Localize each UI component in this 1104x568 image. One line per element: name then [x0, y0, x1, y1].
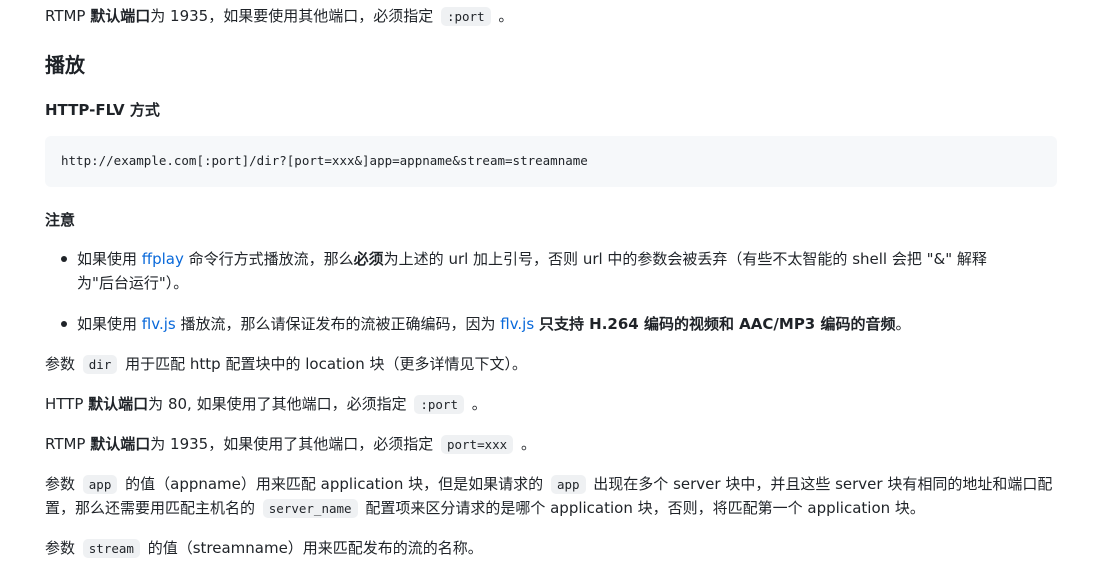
text: 参数 [45, 539, 80, 557]
section-heading-play: 播放 [45, 53, 85, 77]
rtmp-port-paragraph: RTMP 默认端口为 1935，如果使用了其他端口，必须指定 port=xxx … [45, 432, 536, 457]
bold-text: 默认端口 [90, 435, 151, 453]
bold-text: 只支持 H.264 编码的视频和 AAC/MP3 编码的音频 [538, 315, 896, 333]
document-page: RTMP 默认端口为 1935，如果要使用其他端口，必须指定 :port 。 播… [0, 0, 1104, 568]
inline-code: app [82, 475, 118, 494]
text: 如果使用 [77, 250, 142, 268]
bold-text: 默认端口 [88, 395, 149, 413]
text: 参数 [45, 475, 80, 493]
text: RTMP [45, 7, 91, 25]
notes-heading: 注意 [45, 211, 76, 229]
text: 为 1935，如果使用了其他端口，必须指定 [150, 435, 438, 453]
code-block: http://example.com[:port]/dir?[port=xxx&… [45, 136, 1057, 187]
text: 为 80, 如果使用了其他端口，必须指定 [148, 395, 412, 413]
text: 播放流，那么请保证发布的流被正确编码，因为 [175, 315, 501, 333]
inline-code: :port [440, 7, 491, 26]
text: 用于匹配 http 配置块中的 location 块（更多详情见下文）。 [120, 355, 528, 373]
bullet-icon [61, 321, 67, 327]
param-app-paragraph-continued: 置，那么还需要用匹配主机名的 server_name 配置项来区分请求的是哪个 … [45, 496, 925, 521]
rtmp-publish-port-note: RTMP 默认端口为 1935，如果要使用其他端口，必须指定 :port 。 [45, 4, 513, 29]
text: 。 [516, 435, 536, 453]
text: 。 [493, 7, 514, 25]
text: 。 [895, 315, 911, 333]
http-port-paragraph: HTTP 默认端口为 80, 如果使用了其他端口，必须指定 :port 。 [45, 392, 487, 417]
flvjs-link[interactable]: flv.js [142, 315, 176, 333]
bold-text: 必须 [353, 250, 384, 268]
text: RTMP [45, 435, 91, 453]
text: 。 [466, 395, 487, 413]
param-app-paragraph: 参数 app 的值（appname）用来匹配 application 块，但是如… [45, 472, 1052, 497]
list-item-ffplay: 如果使用 ffplay 命令行方式播放流，那么必须为上述的 url 加上引号，否… [77, 247, 987, 271]
text: 为上述的 url 加上引号，否则 url 中的参数会被丢弃（有些不太智能的 sh… [383, 250, 987, 268]
list-item-ffplay-continued: 为"后台运行"）。 [77, 274, 189, 292]
inline-code: stream [82, 539, 140, 558]
text: HTTP [45, 395, 89, 413]
inline-code: app [550, 475, 586, 494]
text: 的值（appname）用来匹配 application 块，但是如果请求的 [120, 475, 548, 493]
param-stream-paragraph: 参数 stream 的值（streamname）用来匹配发布的流的名称。 [45, 536, 483, 561]
ffplay-link[interactable]: ffplay [142, 250, 184, 268]
inline-code: server_name [262, 499, 358, 518]
param-dir-paragraph: 参数 dir 用于匹配 http 配置块中的 location 块（更多详情见下… [45, 352, 527, 377]
text: 命令行方式播放流，那么 [183, 250, 354, 268]
bold-text: 默认端口 [90, 7, 151, 25]
text: 出现在多个 server 块中，并且这些 server 块有相同的地址和端口配 [588, 475, 1053, 493]
text: 配置项来区分请求的是哪个 application 块，否则，将匹配第一个 app… [360, 499, 925, 517]
code-text: http://example.com[:port]/dir?[port=xxx&… [61, 153, 588, 168]
text: 参数 [45, 355, 80, 373]
list-item-flvjs: 如果使用 flv.js 播放流，那么请保证发布的流被正确编码，因为 flv.js… [77, 312, 910, 336]
text: 置，那么还需要用匹配主机名的 [45, 499, 260, 517]
inline-code: dir [82, 355, 118, 374]
bullet-icon [61, 256, 67, 262]
inline-code: port=xxx [440, 435, 514, 454]
text: 的值（streamname）用来匹配发布的流的名称。 [142, 539, 483, 557]
subheading-http-flv: HTTP-FLV 方式 [45, 101, 160, 119]
flvjs-link[interactable]: flv.js [500, 315, 534, 333]
text: 如果使用 [77, 315, 142, 333]
inline-code: :port [414, 395, 464, 414]
text: 为 1935，如果要使用其他端口，必须指定 [150, 7, 438, 25]
